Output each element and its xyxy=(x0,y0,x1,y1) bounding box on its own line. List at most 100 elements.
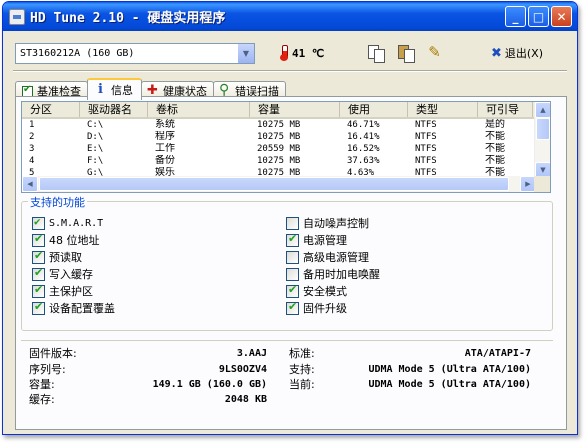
info-label: 容量: xyxy=(29,378,55,391)
window-controls: _ □ ✕ xyxy=(505,6,577,27)
feature-power-up-in-standby[interactable]: 备用时加电唤醒 xyxy=(286,266,380,282)
cell-type: NTFS xyxy=(415,144,437,154)
table-row[interactable]: 2 D:\ 程序 10275 MB 16.41% NTFS 不能 xyxy=(22,131,550,143)
info-standard: 标准: ATA/ATAPI-7 xyxy=(289,347,531,361)
cell-label: 程序 xyxy=(155,131,175,142)
checkbox[interactable] xyxy=(286,283,299,298)
info-value: 149.1 GB (160.0 GB) xyxy=(152,379,267,390)
feature-label: 电源管理 xyxy=(303,234,347,247)
info-value: 2048 KB xyxy=(224,394,267,405)
feature-label: 设备配置覆盖 xyxy=(49,302,115,315)
copy-all-icon[interactable] xyxy=(397,44,416,63)
info-label: 标准: xyxy=(289,347,315,360)
feature-power-management[interactable]: 电源管理 xyxy=(286,232,380,248)
checkbox[interactable] xyxy=(286,250,299,264)
column-header[interactable]: 可引导 xyxy=(478,102,533,117)
features-left-column: S.M.A.R.T 48 位地址 预读取 写入缓存 主保护区 设备配置覆盖 xyxy=(32,215,115,316)
partition-list[interactable]: 分区 驱动器名 卷标 容量 使用 类型 可引导 1 C:\ 系统 10275 M… xyxy=(21,101,551,193)
cell-drive: D:\ xyxy=(87,132,104,142)
thermometer-icon xyxy=(280,45,288,61)
info-capacity: 容量: 149.1 GB (160.0 GB) xyxy=(29,378,267,392)
table-row[interactable]: 4 F:\ 备份 10275 MB 37.63% NTFS 不能 xyxy=(22,155,550,167)
scroll-left-icon[interactable]: ◀ xyxy=(22,176,38,192)
feature-read-ahead[interactable]: 预读取 xyxy=(32,249,115,265)
table-row[interactable]: 3 E:\ 工作 20559 MB 16.52% NTFS 不能 xyxy=(22,143,550,155)
feature-acoustic-management[interactable]: 自动噪声控制 xyxy=(286,215,380,231)
feature-label: 写入缓存 xyxy=(49,268,93,281)
cell-type: NTFS xyxy=(415,156,437,166)
cell-usage: 37.63% xyxy=(347,156,380,166)
checkbox[interactable] xyxy=(286,267,299,281)
cell-label: 系统 xyxy=(155,119,175,130)
info-label: 缓存: xyxy=(29,393,55,406)
cell-bootable: 不能 xyxy=(485,143,505,154)
feature-firmware-upgrade[interactable]: 固件升级 xyxy=(286,300,380,316)
tool-icons xyxy=(367,43,445,63)
tab-info[interactable]: 信息 xyxy=(87,78,142,100)
chevron-down-icon[interactable]: ▼ xyxy=(237,43,254,63)
minimize-button[interactable]: _ xyxy=(505,6,526,27)
checkbox[interactable] xyxy=(286,300,299,315)
info-serial: 序列号: 9LS0OZV4 xyxy=(29,363,267,377)
checkbox[interactable] xyxy=(32,249,45,264)
feature-smart[interactable]: S.M.A.R.T xyxy=(32,215,115,231)
feature-write-cache[interactable]: 写入缓存 xyxy=(32,266,115,282)
column-header[interactable]: 类型 xyxy=(408,102,478,117)
drive-select[interactable]: ST3160212A (160 GB) ▼ xyxy=(15,42,255,64)
info-value: ATA/ATAPI-7 xyxy=(464,348,531,359)
checkbox[interactable] xyxy=(32,300,45,315)
feature-device-config-overlay[interactable]: 设备配置覆盖 xyxy=(32,300,115,316)
vertical-scrollbar[interactable]: ▲ ▼ xyxy=(534,102,550,178)
partition-rows: 1 C:\ 系统 10275 MB 46.71% NTFS 是的 2 D:\ 程… xyxy=(22,119,550,179)
cell-capacity: 10275 MB xyxy=(257,156,301,166)
info-label: 当前: xyxy=(289,378,315,391)
checkbox[interactable] xyxy=(32,266,45,281)
cell-capacity: 10275 MB xyxy=(257,132,301,142)
cell-type: NTFS xyxy=(415,132,437,142)
feature-label: 固件升级 xyxy=(303,302,347,315)
tab-label: 信息 xyxy=(111,84,133,97)
checkbox[interactable] xyxy=(286,216,299,230)
feature-host-protected-area[interactable]: 主保护区 xyxy=(32,283,115,299)
scroll-corner xyxy=(534,176,550,192)
exit-button[interactable]: ✖ 退出(X) xyxy=(491,45,543,61)
table-row[interactable]: 1 C:\ 系统 10275 MB 46.71% NTFS 是的 xyxy=(22,119,550,131)
cell-drive: F:\ xyxy=(87,156,104,166)
checkbox[interactable] xyxy=(32,232,45,247)
info-icon xyxy=(96,82,107,97)
checkbox[interactable] xyxy=(286,232,299,247)
column-header[interactable]: 分区 xyxy=(22,102,80,117)
close-button[interactable]: ✕ xyxy=(551,6,572,27)
title-bar[interactable]: HD Tune 2.10 - 硬盘实用程序 _ □ ✕ xyxy=(3,2,577,31)
feature-48bit-address[interactable]: 48 位地址 xyxy=(32,232,115,248)
cell-capacity: 10275 MB xyxy=(257,120,301,130)
cell-drive: C:\ xyxy=(87,120,104,130)
info-label: 支持: xyxy=(289,363,315,376)
partition-list-header: 分区 驱动器名 卷标 容量 使用 类型 可引导 xyxy=(22,102,550,119)
horizontal-scrollbar[interactable]: ◀ ▶ xyxy=(22,176,536,192)
column-header[interactable]: 驱动器名 xyxy=(80,102,148,117)
cell-partition: 3 xyxy=(29,144,35,154)
cell-partition: 2 xyxy=(29,132,35,142)
health-cross-icon xyxy=(147,83,159,98)
column-header[interactable]: 使用 xyxy=(340,102,408,117)
checkmark-icon xyxy=(22,84,33,97)
feature-label: 高级电源管理 xyxy=(303,251,369,264)
info-label: 序列号: xyxy=(29,363,66,376)
column-header[interactable]: 容量 xyxy=(250,102,340,117)
cell-capacity: 20559 MB xyxy=(257,144,301,154)
checkbox[interactable] xyxy=(32,283,45,298)
checkbox[interactable] xyxy=(32,215,45,230)
horizontal-scroll-thumb[interactable] xyxy=(39,177,509,191)
info-supported-mode: 支持: UDMA Mode 5 (Ultra ATA/100) xyxy=(289,363,531,377)
drive-info: 固件版本: 3.AAJ 序列号: 9LS0OZV4 容量: 149.1 GB (… xyxy=(21,340,553,424)
options-icon[interactable] xyxy=(427,43,445,62)
feature-advanced-power-management[interactable]: 高级电源管理 xyxy=(286,249,380,265)
column-header[interactable]: 卷标 xyxy=(148,102,250,117)
vertical-scroll-thumb[interactable] xyxy=(536,118,550,140)
scroll-up-icon[interactable]: ▲ xyxy=(535,102,550,118)
info-cache: 缓存: 2048 KB xyxy=(29,393,267,407)
feature-security-mode[interactable]: 安全模式 xyxy=(286,283,380,299)
copy-icon[interactable] xyxy=(367,44,386,63)
maximize-button[interactable]: □ xyxy=(528,6,549,27)
